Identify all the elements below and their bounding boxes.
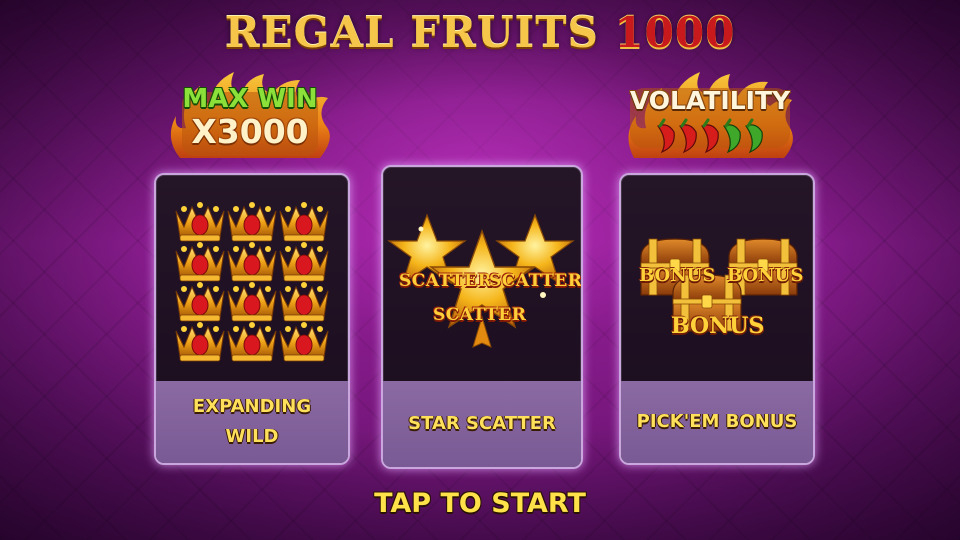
game-title: REGAL FRUITS 1000	[0, 8, 960, 57]
star-scatter-label: STAR SCATTER	[408, 413, 556, 434]
scatter-text: SCATTER	[433, 305, 527, 325]
volatility-badge: VOLATILITY	[620, 66, 800, 166]
tap-to-start-button[interactable]: TAP TO START	[0, 488, 960, 519]
expanding-wild-footer: EXPANDING WILD	[156, 381, 348, 463]
star-scatter-footer: STAR SCATTER	[383, 381, 581, 467]
star-icon	[387, 213, 575, 348]
pickem-bonus-card[interactable]: BONUS BONUS BONUS PICK'EM BONUS	[619, 173, 815, 465]
scatter-text: SCATTER	[489, 271, 583, 291]
bonus-text: BONUS	[727, 265, 804, 286]
scatter-text: SCATTER	[399, 271, 493, 291]
star-scatter-card[interactable]: SCATTER SCATTER SCATTER STAR SCATTER	[381, 165, 583, 469]
max-win-badge: MAX WIN X3000	[160, 68, 340, 164]
crown-icon	[175, 201, 329, 362]
pickem-bonus-footer: PICK'EM BONUS	[621, 381, 813, 463]
bonus-text: BONUS	[639, 265, 716, 286]
max-win-label: MAX WIN	[182, 84, 318, 114]
bonus-text: BONUS	[671, 313, 765, 339]
game-title-number: 1000	[614, 8, 736, 57]
expanding-wild-label: EXPANDING WILD	[192, 396, 312, 447]
star-scatter-art: SCATTER SCATTER SCATTER	[383, 167, 581, 373]
volatility-label: VOLATILITY	[629, 86, 791, 115]
max-win-value: X3000	[191, 112, 309, 151]
chili-pepper-icon	[657, 118, 763, 154]
expanding-wild-card[interactable]: EXPANDING WILD	[154, 173, 350, 465]
pickem-bonus-label: PICK'EM BONUS	[636, 411, 798, 432]
game-title-main: REGAL FRUITS	[224, 8, 599, 57]
pickem-bonus-art: BONUS BONUS BONUS	[621, 175, 813, 381]
expanding-wild-art	[156, 175, 348, 381]
